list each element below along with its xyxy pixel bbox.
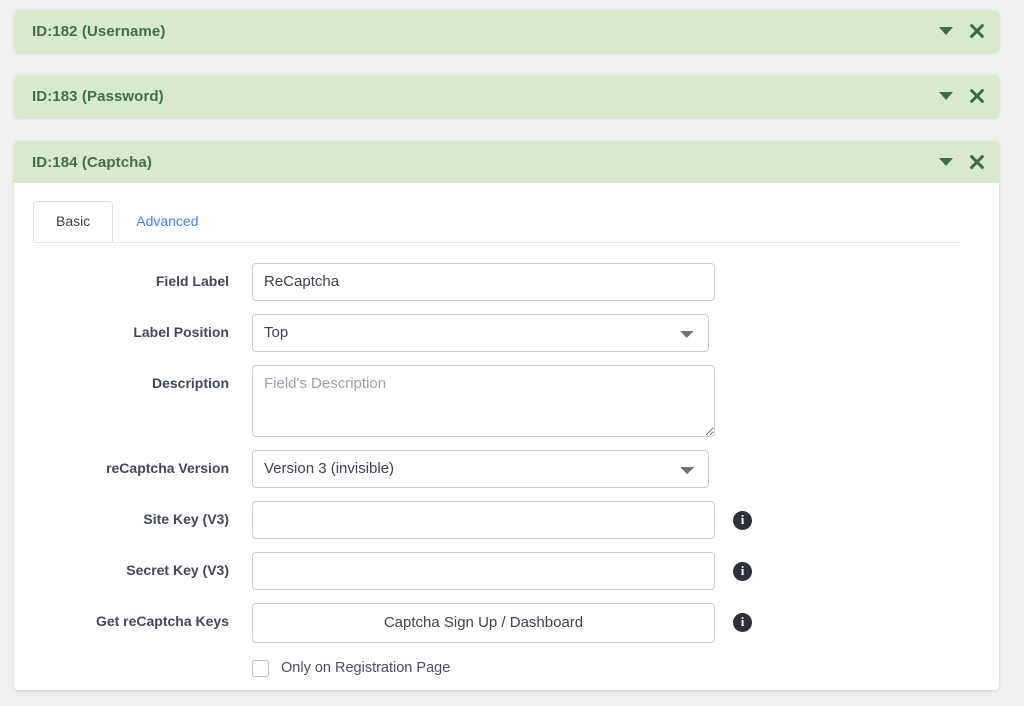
row-get-keys: Get reCaptcha Keys Captcha Sign Up / Das… [14, 602, 999, 643]
info-icon[interactable]: i [733, 612, 752, 632]
row-recaptcha-version: reCaptcha Version Version 3 (invisible) [14, 449, 999, 488]
field-label-control [252, 262, 999, 301]
secret-key-label: Secret Key (V3) [126, 561, 229, 578]
panel-actions [939, 23, 985, 39]
row-label-position: Label Position Top [14, 313, 999, 352]
label-position-select[interactable]: Top [252, 313, 709, 352]
info-icon[interactable]: i [733, 510, 752, 530]
panel-actions [939, 154, 985, 170]
get-keys-control: Captcha Sign Up / Dashboard i [252, 602, 999, 643]
label-position-label: Label Position [133, 323, 229, 340]
site-key-control: i [252, 500, 999, 539]
field-panel-password: ID:183 (Password) [14, 75, 999, 117]
description-control [252, 364, 999, 437]
field-panel-username: ID:182 (Username) [14, 10, 999, 52]
panel-title-username: ID:182 (Username) [32, 22, 166, 40]
secret-key-input[interactable] [252, 551, 715, 590]
close-icon[interactable] [969, 88, 985, 104]
field-label-input[interactable] [252, 262, 715, 301]
secret-key-control: i [252, 551, 999, 590]
chevron-down-icon[interactable] [939, 92, 953, 100]
tab-basic[interactable]: Basic [33, 201, 114, 242]
tab-list: Basic Advanced [33, 201, 977, 242]
label-position-control: Top [252, 313, 999, 352]
recaptcha-version-control: Version 3 (invisible) [252, 449, 999, 488]
tab-advanced[interactable]: Advanced [113, 201, 221, 242]
site-key-label: Site Key (V3) [143, 510, 229, 527]
panel-header-username[interactable]: ID:182 (Username) [14, 10, 999, 52]
description-textarea[interactable] [252, 364, 715, 437]
chevron-down-icon[interactable] [939, 158, 953, 166]
only-registration-label[interactable]: Only on Registration Page [281, 660, 450, 676]
close-icon[interactable] [969, 23, 985, 39]
field-label-label: Field Label [155, 272, 229, 289]
field-panel-captcha: ID:184 (Captcha) Basic Advanced Field La… [14, 141, 999, 690]
recaptcha-version-label: reCaptcha Version [106, 459, 229, 476]
row-site-key: Site Key (V3) i [14, 500, 999, 539]
captcha-signup-dashboard-button[interactable]: Captcha Sign Up / Dashboard [252, 602, 715, 643]
panel-header-captcha[interactable]: ID:184 (Captcha) [14, 141, 999, 183]
close-icon[interactable] [969, 154, 985, 170]
row-secret-key: Secret Key (V3) i [14, 551, 999, 590]
site-key-input[interactable] [252, 500, 715, 539]
panel-actions [939, 88, 985, 104]
captcha-basic-form: Field Label Label Position Top Descripti… [14, 243, 999, 677]
panel-title-password: ID:183 (Password) [32, 87, 164, 105]
only-registration-checkbox[interactable] [252, 659, 269, 677]
get-keys-label: Get reCaptcha Keys [95, 612, 229, 629]
row-only-registration: Only on Registration Page [14, 659, 999, 677]
description-label: Description [151, 374, 229, 391]
info-icon[interactable]: i [733, 561, 752, 581]
tabs-container: Basic Advanced [14, 183, 999, 242]
field-editor-page: ID:182 (Username) ID:183 (Password) ID:1… [0, 0, 1024, 706]
panel-title-captcha: ID:184 (Captcha) [32, 153, 152, 171]
row-field-label: Field Label [14, 262, 999, 301]
chevron-down-icon[interactable] [939, 27, 953, 35]
panel-header-password[interactable]: ID:183 (Password) [14, 75, 999, 117]
row-description: Description [14, 364, 999, 437]
recaptcha-version-select[interactable]: Version 3 (invisible) [252, 449, 709, 488]
